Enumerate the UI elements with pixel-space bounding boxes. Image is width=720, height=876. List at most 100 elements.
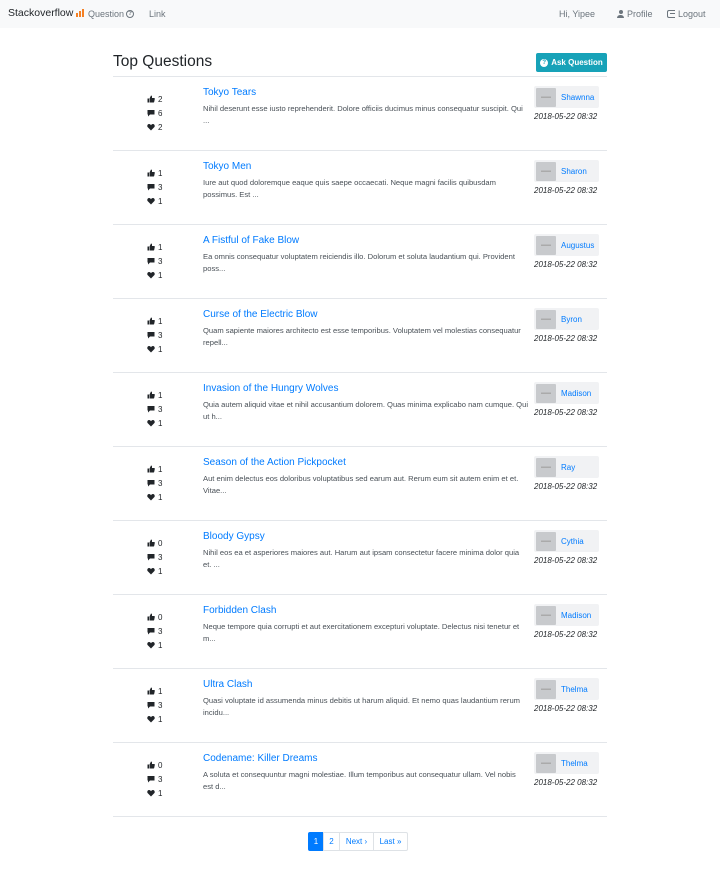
question-title-link[interactable]: Ultra Clash <box>203 679 252 690</box>
ask-question-button[interactable]: ? Ask Question <box>536 53 607 72</box>
heart-icon <box>147 272 155 279</box>
user-greeting: Hi, Yipee <box>559 9 596 19</box>
favorites-stat: 1 <box>147 490 171 504</box>
question-row: 0 3 1 Forbidden Clash Neque tempore quia… <box>113 595 607 669</box>
answers-count: 3 <box>158 700 163 710</box>
question-excerpt: Neque tempore quia corrupti et aut exerc… <box>203 622 520 643</box>
author-card: ▬▬ Byron <box>534 308 599 330</box>
question-title-link[interactable]: Codename: Killer Dreams <box>203 753 318 764</box>
thumbs-up-icon <box>147 243 155 251</box>
comment-icon <box>147 554 155 561</box>
answers-stat: 3 <box>147 402 171 416</box>
author-name-link[interactable]: Thelma <box>561 685 588 694</box>
avatar: ▬▬ <box>536 87 556 107</box>
answers-stat: 3 <box>147 698 171 712</box>
likes-count: 2 <box>158 94 163 104</box>
likes-stat: 2 <box>147 92 171 106</box>
likes-stat: 1 <box>147 314 171 328</box>
favorites-count: 1 <box>158 714 163 724</box>
author-name-link[interactable]: Sharon <box>561 167 587 176</box>
question-title-link[interactable]: Forbidden Clash <box>203 605 276 616</box>
comment-icon <box>147 702 155 709</box>
question-list: 2 6 2 Tokyo Tears Nihil deserunt esse iu… <box>113 77 607 817</box>
question-date: 2018-05-22 08:32 <box>534 630 598 639</box>
heart-icon <box>147 346 155 353</box>
page-title: Top Questions <box>113 53 213 70</box>
heart-icon <box>147 198 155 205</box>
brand-link[interactable]: Stackoverflow <box>8 7 85 19</box>
question-title-link[interactable]: Season of the Action Pickpocket <box>203 457 346 468</box>
navbar: Stackoverflow Question ? Link Hi, Yipee … <box>0 0 720 28</box>
thumbs-up-icon <box>147 391 155 399</box>
heart-icon <box>147 790 155 797</box>
nav-profile-link[interactable]: Profile <box>617 9 653 19</box>
likes-stat: 0 <box>147 758 171 772</box>
author-name-link[interactable]: Ray <box>561 463 575 472</box>
favorites-count: 1 <box>158 418 163 428</box>
question-excerpt: Nihil deserunt esse iusto reprehenderit.… <box>203 104 523 125</box>
heart-icon <box>147 494 155 501</box>
author-name-link[interactable]: Thelma <box>561 759 588 768</box>
pagination: 1 2 Next › Last » <box>308 832 408 851</box>
question-stats: 1 3 1 <box>147 388 171 430</box>
author-card: ▬▬ Augustus <box>534 234 599 256</box>
question-title-link[interactable]: Tokyo Tears <box>203 87 256 98</box>
favorites-count: 1 <box>158 788 163 798</box>
author-card: ▬▬ Sharon <box>534 160 599 182</box>
question-title-link[interactable]: Curse of the Electric Blow <box>203 309 318 320</box>
question-circle-icon: ? <box>540 58 549 67</box>
nav-question-link[interactable]: Question ? <box>88 9 135 19</box>
author-name-link[interactable]: Byron <box>561 315 582 324</box>
likes-count: 1 <box>158 686 163 696</box>
question-excerpt: Aut enim delectus eos doloribus voluptat… <box>203 474 519 495</box>
avatar: ▬▬ <box>536 605 556 625</box>
author-name-link[interactable]: Shawnna <box>561 93 594 102</box>
question-title-link[interactable]: Bloody Gypsy <box>203 531 265 542</box>
question-stats: 1 3 1 <box>147 240 171 282</box>
answers-stat: 6 <box>147 106 171 120</box>
question-row: 1 3 1 Curse of the Electric Blow Quam sa… <box>113 299 607 373</box>
question-title-link[interactable]: Invasion of the Hungry Wolves <box>203 383 338 394</box>
avatar: ▬▬ <box>536 457 556 477</box>
nav-question-label: Question <box>88 9 125 19</box>
comment-icon <box>147 628 155 635</box>
question-stats: 0 3 1 <box>147 610 171 652</box>
thumbs-up-icon <box>147 687 155 695</box>
favorites-stat: 1 <box>147 712 171 726</box>
nav-logout-link[interactable]: Logout <box>667 9 706 19</box>
question-row: 1 3 1 Ultra Clash Quasi voluptate id ass… <box>113 669 607 743</box>
avatar: ▬▬ <box>536 161 556 181</box>
answers-count: 3 <box>158 626 163 636</box>
question-stats: 2 6 2 <box>147 92 171 134</box>
author-name-link[interactable]: Augustus <box>561 241 594 250</box>
question-excerpt: Quasi voluptate id assumenda minus debit… <box>203 696 520 717</box>
author-card: ▬▬ Ray <box>534 456 599 478</box>
heart-icon <box>147 124 155 131</box>
author-name-link[interactable]: Madison <box>561 611 591 620</box>
answers-count: 3 <box>158 256 163 266</box>
author-card: ▬▬ Thelma <box>534 752 599 774</box>
question-title-link[interactable]: A Fistful of Fake Blow <box>203 235 299 246</box>
page-2-link[interactable]: 2 <box>323 832 340 851</box>
favorites-stat: 1 <box>147 564 171 578</box>
likes-count: 1 <box>158 316 163 326</box>
favorites-stat: 1 <box>147 416 171 430</box>
next-page-link[interactable]: Next › <box>339 832 374 851</box>
nav-link[interactable]: Link <box>149 9 166 19</box>
answers-stat: 3 <box>147 772 171 786</box>
last-page-link[interactable]: Last » <box>373 832 408 851</box>
author-name-link[interactable]: Madison <box>561 389 591 398</box>
favorites-count: 1 <box>158 640 163 650</box>
comment-icon <box>147 110 155 117</box>
question-title-link[interactable]: Tokyo Men <box>203 161 251 172</box>
author-name-link[interactable]: Cythia <box>561 537 584 546</box>
answers-stat: 3 <box>147 476 171 490</box>
page-1-link[interactable]: 1 <box>308 832 324 851</box>
question-row: 1 3 1 Tokyo Men Iure aut quod doloremque… <box>113 151 607 225</box>
avatar: ▬▬ <box>536 679 556 699</box>
comment-icon <box>147 406 155 413</box>
answers-stat: 3 <box>147 254 171 268</box>
author-card: ▬▬ Shawnna <box>534 86 599 108</box>
question-date: 2018-05-22 08:32 <box>534 334 598 343</box>
question-stats: 0 3 1 <box>147 536 171 578</box>
